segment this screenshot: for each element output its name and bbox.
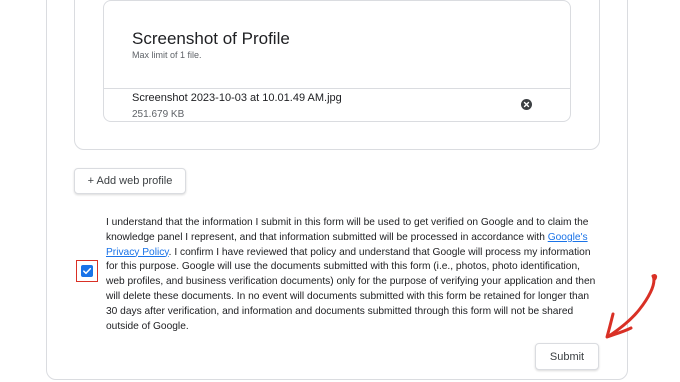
consent-text-part-1: I understand that the information I subm… <box>106 217 589 243</box>
checkmark-icon <box>83 267 92 275</box>
remove-file-icon[interactable] <box>521 97 532 110</box>
consent-statement: I understand that the information I subm… <box>106 216 596 334</box>
file-name: Screenshot 2023-10-03 at 10.01.49 AM.jpg <box>132 92 342 104</box>
red-arrow-annotation <box>605 273 658 339</box>
divider <box>104 88 570 89</box>
submit-button[interactable]: Submit <box>535 343 599 370</box>
uploaded-file-card: Screenshot of Profile Max limit of 1 fil… <box>103 0 571 122</box>
consent-checkbox[interactable] <box>81 265 93 277</box>
add-web-profile-button[interactable]: + Add web profile <box>74 168 186 194</box>
consent-text-part-2: . I confirm I have reviewed that policy … <box>106 246 596 332</box>
upload-limit-note: Max limit of 1 file. <box>132 50 202 60</box>
upload-title: Screenshot of Profile <box>132 29 290 48</box>
file-size: 251.679 KB <box>132 109 185 120</box>
